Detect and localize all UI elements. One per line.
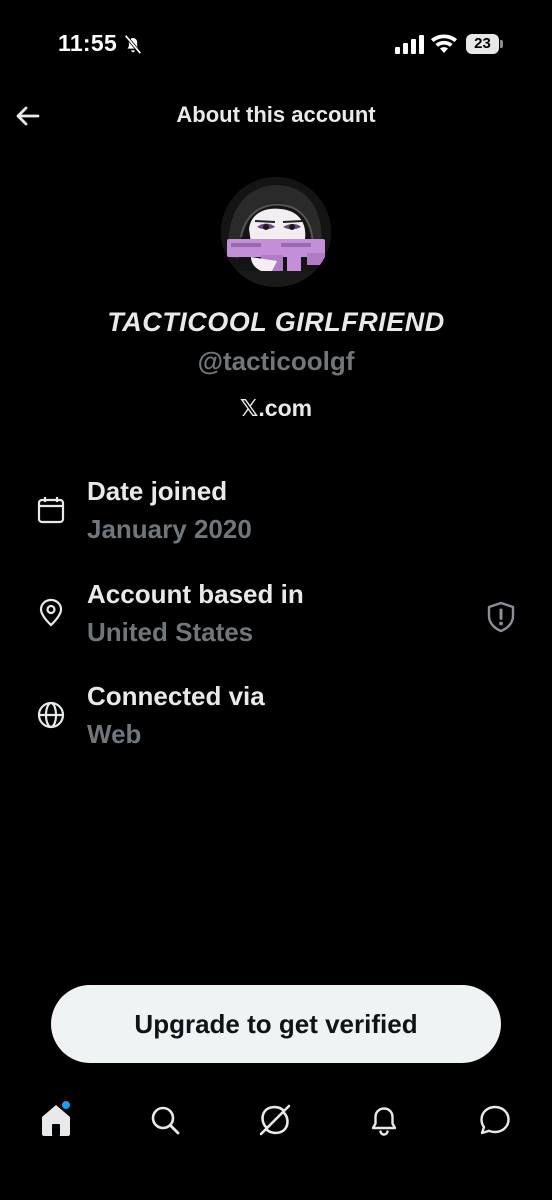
wifi-icon — [431, 34, 457, 53]
signal-icon — [395, 35, 424, 54]
home-icon — [42, 1105, 70, 1136]
grok-icon — [259, 1104, 291, 1136]
account-based-row: Account based in United States — [0, 579, 552, 659]
calendar-icon — [37, 497, 65, 524]
date-joined-row: Date joined January 2020 — [0, 476, 552, 556]
location-pin-icon — [39, 598, 63, 627]
connected-via-row: Connected via Web — [0, 681, 552, 761]
nav-notifications[interactable] — [364, 1100, 404, 1140]
connected-via-value: Web — [87, 719, 142, 749]
status-time: 11:55 — [58, 30, 118, 56]
battery-icon: 23 — [466, 34, 503, 54]
page-title: About this account — [176, 102, 376, 127]
nav-home[interactable] — [36, 1100, 76, 1140]
battery-cap — [500, 40, 503, 48]
nav-messages[interactable] — [475, 1100, 515, 1140]
account-based-value: United States — [87, 617, 254, 647]
bottom-nav — [0, 1090, 552, 1150]
website-link[interactable]: 𝕏.com — [0, 395, 552, 422]
status-bar: 11:55 23 — [0, 0, 552, 90]
notifications-icon — [371, 1107, 397, 1136]
avatar-illustration — [221, 177, 331, 287]
date-joined-value: January 2020 — [87, 514, 252, 544]
battery-level: 23 — [466, 34, 499, 54]
nav-search[interactable] — [145, 1100, 185, 1140]
account-based-label: Account based in — [87, 579, 304, 609]
shield-exclamation-icon[interactable] — [486, 601, 516, 633]
display-name: TACTICOOL GIRLFRIEND — [107, 307, 445, 337]
about-account-screen: 11:55 23 About this account TACTICOOL GI… — [0, 0, 552, 1200]
connected-via-label: Connected via — [87, 681, 265, 711]
globe-icon — [37, 701, 65, 729]
home-notification-dot — [62, 1101, 70, 1109]
search-icon — [151, 1106, 180, 1135]
nav-grok[interactable] — [255, 1100, 295, 1140]
avatar[interactable] — [221, 177, 331, 287]
bell-off-icon — [124, 34, 142, 55]
upgrade-verified-button[interactable]: Upgrade to get verified — [51, 985, 501, 1063]
handle: @tacticoolgf — [197, 346, 355, 376]
date-joined-label: Date joined — [87, 476, 228, 506]
messages-icon — [480, 1105, 510, 1135]
